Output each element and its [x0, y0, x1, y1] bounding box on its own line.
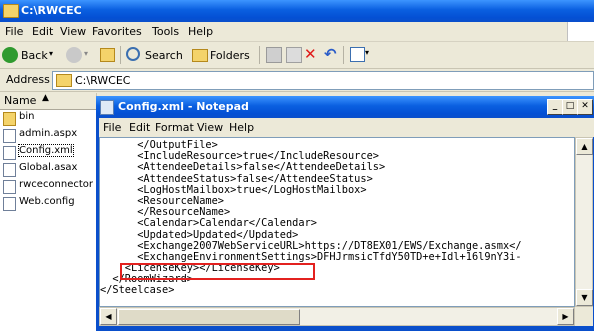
search-button[interactable]: Search: [126, 46, 188, 64]
text-line: <AttendeeDetails>false</AttendeeDetails>: [100, 161, 386, 174]
undo-icon[interactable]: ↶: [324, 45, 337, 63]
file-icon: [3, 180, 16, 194]
address-label: Address: [6, 73, 50, 86]
views-icon[interactable]: [350, 47, 365, 62]
address-value: C:\RWCEC: [75, 74, 131, 87]
windows-logo-icon: [567, 22, 594, 41]
file-name: Global.asax: [19, 162, 78, 173]
folder-icon: [3, 112, 16, 126]
resize-grip[interactable]: [575, 307, 593, 326]
close-button[interactable]: ✕: [577, 99, 593, 115]
toolbar-divider: [120, 46, 121, 64]
menu-view[interactable]: View: [60, 25, 86, 38]
explorer-title-bar[interactable]: C:\RWCEC: [0, 0, 594, 22]
menu-view[interactable]: View: [197, 121, 223, 134]
search-label: Search: [145, 49, 183, 62]
menu-help[interactable]: Help: [229, 121, 254, 134]
horizontal-scrollbar[interactable]: ◀ ▶: [99, 307, 575, 326]
text-line: <Calendar>Calendar</Calendar>: [100, 217, 317, 230]
copy-to-icon[interactable]: [286, 47, 302, 63]
sort-ascending-icon: ▲: [42, 93, 49, 103]
back-button[interactable]: Back ▾: [2, 46, 62, 64]
menu-edit[interactable]: Edit: [32, 25, 53, 38]
scroll-down-icon[interactable]: ▼: [576, 289, 593, 306]
search-icon: [126, 47, 140, 61]
file-icon: [3, 129, 16, 143]
chevron-down-icon[interactable]: ▾: [49, 49, 53, 58]
forward-arrow-icon: [66, 47, 82, 63]
folder-icon: [3, 4, 19, 18]
back-arrow-icon: [2, 47, 18, 63]
column-header-label: Name: [4, 94, 37, 107]
vertical-scrollbar[interactable]: ▲ ▼: [575, 137, 593, 307]
forward-button[interactable]: ▾: [66, 46, 94, 64]
maximize-button[interactable]: □: [562, 99, 578, 115]
menu-format[interactable]: Format: [155, 121, 194, 134]
file-name: Web.config: [19, 196, 75, 207]
notepad-title: Config.xml - Notepad: [118, 100, 249, 113]
menu-help[interactable]: Help: [188, 25, 213, 38]
file-name: Config.xml: [18, 144, 74, 157]
toolbar-divider: [343, 46, 344, 64]
delete-icon[interactable]: ✕: [304, 45, 317, 63]
file-name: rwceconnector: [19, 179, 94, 190]
text-editor[interactable]: </OutputFile> <IncludeResource>true</Inc…: [99, 137, 575, 307]
file-icon: [3, 197, 16, 211]
file-name: admin.aspx: [19, 128, 78, 139]
file-icon: [3, 146, 16, 160]
minimize-button[interactable]: _: [547, 99, 563, 115]
back-label: Back: [21, 49, 48, 62]
explorer-menu-bar: File Edit View Favorites Tools Help: [0, 22, 594, 42]
text-line: </Steelcase>: [100, 284, 175, 297]
menu-file[interactable]: File: [103, 121, 121, 134]
notepad-window: Config.xml - Notepad _ □ ✕ File Edit For…: [96, 96, 594, 331]
scroll-thumb[interactable]: [118, 309, 300, 325]
highlight-box: [120, 263, 315, 280]
address-input[interactable]: C:\RWCEC: [52, 71, 594, 90]
folder-icon: [56, 74, 72, 87]
scroll-right-icon[interactable]: ▶: [557, 308, 574, 325]
menu-tools[interactable]: Tools: [152, 25, 179, 38]
menu-file[interactable]: File: [5, 25, 23, 38]
up-folder-icon: [100, 48, 115, 62]
explorer-toolbar: Back ▾ ▾ Search Folders ✕ ↶ ▾: [0, 42, 594, 69]
chevron-down-icon[interactable]: ▾: [84, 49, 88, 58]
notepad-icon: [100, 100, 114, 115]
menu-edit[interactable]: Edit: [129, 121, 150, 134]
notepad-menu-bar: File Edit Format View Help: [99, 118, 594, 137]
chevron-down-icon[interactable]: ▾: [365, 48, 369, 57]
folders-button[interactable]: Folders: [192, 46, 256, 64]
notepad-title-bar[interactable]: Config.xml - Notepad _ □ ✕: [96, 96, 594, 118]
up-folder-button[interactable]: [98, 47, 116, 63]
file-list-pane: Name ▲ bin admin.aspx Config.xml Global.…: [0, 93, 97, 331]
text-line: <Updated>Updated</Updated>: [100, 228, 299, 241]
file-icon: [3, 163, 16, 177]
move-to-icon[interactable]: [266, 47, 282, 63]
explorer-title: C:\RWCEC: [21, 4, 82, 17]
folders-icon: [192, 49, 208, 62]
scroll-up-icon[interactable]: ▲: [576, 138, 593, 155]
folders-label: Folders: [210, 49, 250, 62]
name-column-header[interactable]: Name ▲: [0, 93, 96, 110]
address-bar: Address C:\RWCEC: [0, 69, 594, 92]
menu-favorites[interactable]: Favorites: [92, 25, 142, 38]
toolbar-divider: [259, 46, 260, 64]
file-name: bin: [19, 111, 35, 122]
scroll-left-icon[interactable]: ◀: [100, 308, 117, 325]
